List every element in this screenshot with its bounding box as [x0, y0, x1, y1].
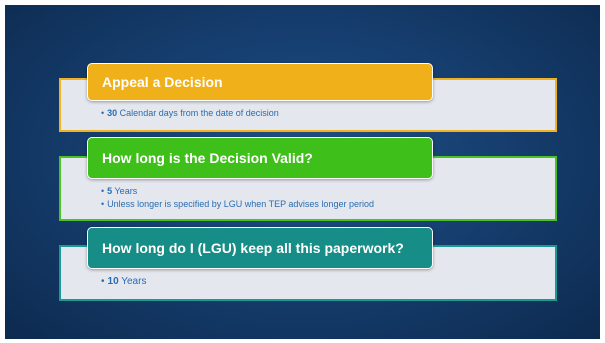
list-item: 5 Years — [101, 185, 374, 198]
retention-heading: How long do I (LGU) keep all this paperw… — [87, 227, 433, 269]
retention-bullet-list: 10 Years — [101, 275, 147, 288]
appeal-heading: Appeal a Decision — [87, 63, 433, 101]
validity-heading: How long is the Decision Valid? — [87, 137, 433, 179]
appeal-bullet-list: 30 Calendar days from the date of decisi… — [101, 107, 279, 120]
list-item: Unless longer is specified by LGU when T… — [101, 198, 374, 211]
validity-bullet-list: 5 Years Unless longer is specified by LG… — [101, 185, 374, 211]
list-item: 10 Years — [101, 275, 147, 288]
list-item: 30 Calendar days from the date of decisi… — [101, 107, 279, 120]
slide: Appeal a Decision 30 Calendar days from … — [5, 5, 600, 339]
